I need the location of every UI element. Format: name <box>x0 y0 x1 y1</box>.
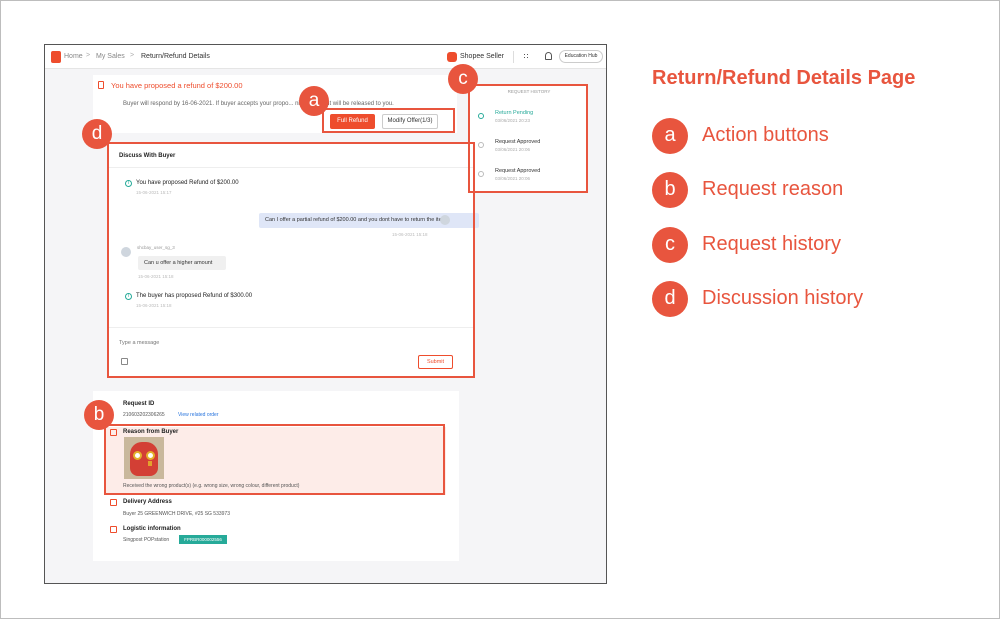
top-bar: Home > My Sales > Return/Refund Details … <box>45 45 606 69</box>
marker-d: d <box>82 119 112 149</box>
legend-title: Return/Refund Details Page <box>652 67 916 89</box>
legend-badge: d <box>652 281 688 317</box>
legend-label: Discussion history <box>702 287 864 309</box>
message-time: 15-06-2021 15:18 <box>136 303 172 308</box>
shopee-logo-icon[interactable] <box>51 51 61 63</box>
divider <box>513 51 514 63</box>
product-image[interactable] <box>124 437 164 479</box>
tracking-badge[interactable]: FPRBR000002556 <box>179 535 227 544</box>
legend-label: Action buttons <box>702 124 829 146</box>
buyer-avatar <box>121 247 131 257</box>
app-screenshot: Home > My Sales > Return/Refund Details … <box>44 44 607 584</box>
marker-a: a <box>299 86 329 116</box>
divider <box>107 167 473 168</box>
location-icon <box>110 499 117 506</box>
legend-label: Request history <box>702 233 841 255</box>
request-id-label: Request ID <box>123 401 155 407</box>
history-item-label: Request Approved <box>495 139 541 145</box>
legend-label: Request reason <box>702 178 844 200</box>
truck-icon <box>110 526 117 533</box>
message-time: 15-06-2021 15:18 <box>392 232 428 237</box>
history-item-time: 03/06/2021 20:06 <box>495 147 531 152</box>
breadcrumb-separator: > <box>86 52 91 59</box>
banner-subtitle: Buyer will respond by 16-06-2021. If buy… <box>123 101 394 107</box>
legend-badge: c <box>652 227 688 263</box>
history-item-label: Request Approved <box>495 168 541 174</box>
view-related-order-link[interactable]: View related order <box>178 412 219 418</box>
modify-offer-button[interactable]: Modify Offer(1/3) <box>382 114 438 129</box>
document-icon <box>98 81 104 89</box>
full-refund-button[interactable]: Full Refund <box>330 114 375 129</box>
status-active-icon <box>478 113 484 119</box>
banner-title: You have proposed a refund of $200.00 <box>111 81 243 90</box>
message-time: 15-06-2021 15:17 <box>136 190 172 195</box>
buyer-message: Can u offer a higher amount <box>138 256 226 270</box>
seller-avatar <box>440 215 450 225</box>
logistic-info-value: Singpost POPstation <box>123 537 170 543</box>
marker-c: c <box>448 64 478 94</box>
chat-icon <box>110 429 117 436</box>
image-upload-icon[interactable] <box>121 358 128 365</box>
request-id-value: 210603202306265 <box>123 412 165 418</box>
info-icon: i <box>125 180 132 187</box>
message-input[interactable] <box>119 338 369 348</box>
system-message: You have proposed Refund of $200.00 <box>136 180 239 186</box>
seller-name[interactable]: Shopee Seller <box>460 53 504 60</box>
breadcrumb-my-sales[interactable]: My Sales <box>96 53 125 60</box>
info-icon: i <box>125 293 132 300</box>
history-item-time: 03/06/2021 20:06 <box>495 176 531 181</box>
bell-icon[interactable] <box>545 52 552 60</box>
breadcrumb-home[interactable]: Home <box>64 53 83 60</box>
system-message: The buyer has proposed Refund of $300.00 <box>136 293 253 299</box>
status-icon <box>478 171 484 177</box>
discussion-title: Discuss With Buyer <box>119 153 176 159</box>
legend-badge: b <box>652 172 688 208</box>
logistic-info-label: Logistic information <box>123 526 181 532</box>
submit-button[interactable]: Submit <box>418 355 453 369</box>
education-hub-button[interactable]: Education Hub <box>559 50 603 63</box>
reason-label: Reason from Buyer <box>123 429 179 435</box>
message-time: 15-06-2021 15:18 <box>138 274 174 279</box>
delivery-address-label: Delivery Address <box>123 499 172 505</box>
seller-logo-icon <box>447 52 457 62</box>
delivery-address-value: Buyer 25 GREENWICH DRIVE, #25 SG 533973 <box>123 511 230 517</box>
reason-text: Received the wrong product(s) (e.g. wron… <box>123 483 300 489</box>
request-history-panel: REQUEST HISTORY Return Pending 03/06/202… <box>470 85 588 193</box>
status-icon <box>478 142 484 148</box>
history-item-label: Return Pending <box>495 110 534 116</box>
request-details-panel: Request ID 210603202306265 View related … <box>93 391 459 561</box>
marker-b: b <box>84 400 114 430</box>
apps-grid-icon[interactable] <box>523 53 530 60</box>
legend-badge: a <box>652 118 688 154</box>
breadcrumb-separator: > <box>130 52 135 59</box>
divider <box>107 327 473 328</box>
discussion-panel: Discuss With Buyer i You have proposed R… <box>107 143 479 376</box>
history-item-time: 03/06/2021 20:23 <box>495 118 531 123</box>
request-history-title: REQUEST HISTORY <box>507 89 551 94</box>
breadcrumb-current: Return/Refund Details <box>141 53 210 60</box>
buyer-name: shcbay_user_sg_3 <box>137 245 175 250</box>
